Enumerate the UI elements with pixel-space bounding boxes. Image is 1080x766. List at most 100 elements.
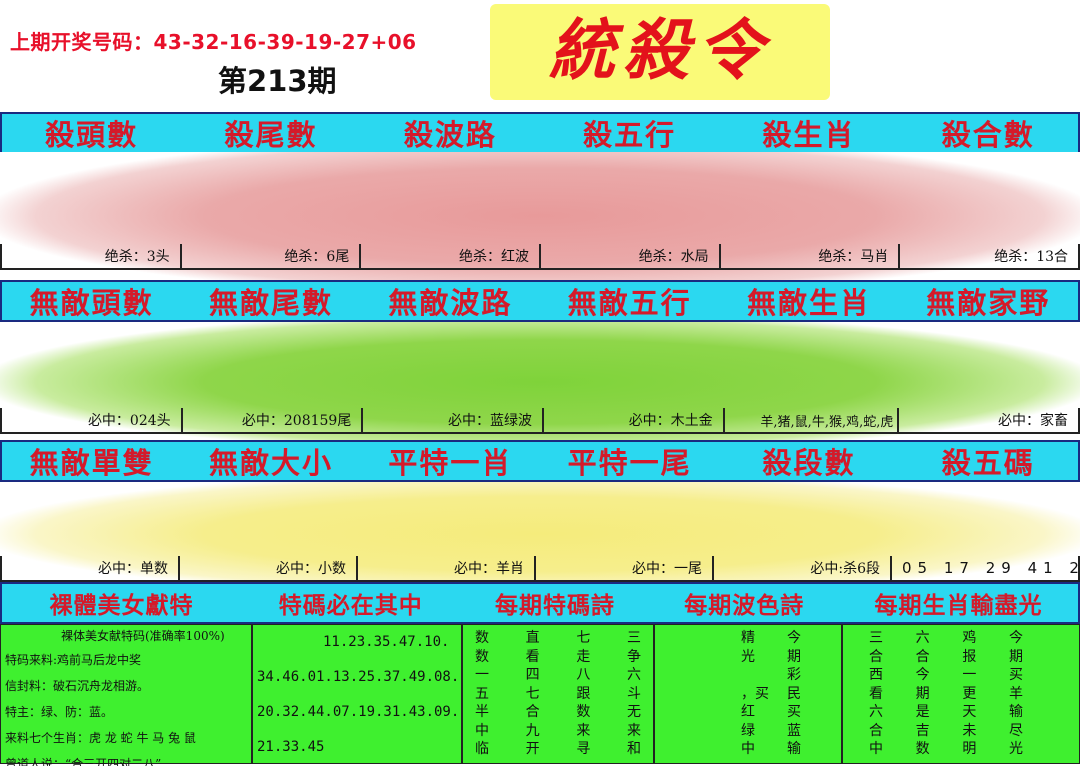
header-cell: 平特一尾 xyxy=(567,446,692,480)
poem-grid: 精光 ，买红绿中 今期彩民买蓝输 xyxy=(655,625,841,763)
color-poem-panel: 精光 ，买红绿中 今期彩民买蓝输 xyxy=(654,624,842,764)
poem-char: 走 xyxy=(576,648,591,665)
header-cell: 無敵頭數 xyxy=(29,286,154,320)
poem-char: 中 xyxy=(475,722,489,739)
header-cell: 殺生肖 xyxy=(762,118,856,152)
poem-char: 三 xyxy=(869,630,883,646)
value-cell: 必中：单数 xyxy=(0,556,180,582)
header-row-special: 無敵單雙 無敵大小 平特一肖 平特一尾 殺段數 殺五碼 xyxy=(0,440,1080,482)
poem-char: 合 xyxy=(525,704,540,720)
header-cell: 殺五行 xyxy=(583,118,677,152)
header-cell: 殺合數 xyxy=(941,118,1035,152)
poem-char: 斗 xyxy=(626,685,641,702)
poem-char: 一 xyxy=(962,667,977,683)
poem-char: 数 xyxy=(475,648,489,665)
value-cell: 必中：小数 xyxy=(180,556,358,582)
poem-char: 八 xyxy=(576,667,591,683)
poem-char: 羊 xyxy=(1008,685,1023,702)
header-cell: 無敵大小 xyxy=(208,446,333,480)
zodiac-poem-panel: 三合西看六合中六合今期是吉数鸡报一更天未明今期买羊输尽光 xyxy=(842,624,1080,764)
poem-column: 精光 ，买红绿中 xyxy=(741,629,769,759)
value-cell: 绝杀：3头 xyxy=(0,244,182,270)
header-cell: 每期特碼詩 xyxy=(494,593,615,619)
value-row-special: 必中：单数 必中：小数 必中：羊肖 必中：一尾 必中:杀6段 05 17 29 … xyxy=(0,556,1080,582)
value-cell: 必中：024头 xyxy=(0,408,183,434)
panel-title: 裸体美女献特码(准确率100%) xyxy=(61,629,225,643)
poem-char: 半 xyxy=(475,704,489,720)
panel-line: 特码来料:鸡前马后龙中奖 xyxy=(5,653,142,667)
header-cell: 殺尾數 xyxy=(224,118,318,152)
header-cell: 每期波色詩 xyxy=(684,593,805,619)
poem-grid: 三合西看六合中六合今期是吉数鸡报一更天未明今期买羊输尽光 xyxy=(843,625,1079,763)
poem-char: 期 xyxy=(915,685,930,702)
panel-line: 曾道人说：“合三开四对二八” xyxy=(5,757,162,766)
number-line: 21.33.45 xyxy=(257,739,325,755)
poem-char: 绿 xyxy=(741,722,755,739)
value-cell: 必中：羊肖 xyxy=(358,556,536,582)
beauty-special-panel: 裸体美女献特码(准确率100%) 特码来料:鸡前马后龙中奖 信封料：破石沉舟龙相… xyxy=(0,624,252,766)
poem-char: 明 xyxy=(962,741,977,757)
poem-char: 看 xyxy=(869,685,883,702)
poem-char: 西 xyxy=(869,667,883,683)
poem-char: 光 xyxy=(1008,741,1023,757)
poem-char: 合 xyxy=(869,722,883,739)
value-cell: 必中：家畜 xyxy=(899,408,1080,434)
value-cell: 绝杀：6尾 xyxy=(181,244,362,270)
poem-char: 来 xyxy=(576,722,591,739)
poem-char: 是 xyxy=(915,704,930,720)
poem-column: 数数一五半中临 xyxy=(475,629,489,759)
poem-char: 开 xyxy=(525,741,540,757)
poem-char: 蓝 xyxy=(787,722,801,739)
header-cell: 特碼必在其中 xyxy=(278,593,423,619)
value-row-kill: 绝杀：3头 绝杀：6尾 绝杀：红波 绝杀：水局 绝杀：马肖 绝杀：13合 xyxy=(0,244,1080,270)
value-cell: 绝杀：红波 xyxy=(361,244,542,270)
poem-char: 吉 xyxy=(915,722,930,739)
poem-column: 鸡报一更天未明 xyxy=(962,629,976,759)
poem-char: 三 xyxy=(626,630,641,646)
header-cell: 殺波路 xyxy=(403,118,497,152)
poem-char: ，买 xyxy=(741,685,769,702)
poem-char: 六 xyxy=(915,630,930,646)
poem-char: 更 xyxy=(962,685,977,702)
poem-char: 期 xyxy=(1008,648,1023,665)
issue-number: 第213期 xyxy=(218,64,337,98)
number-line: 34.46.01.13.25.37.49.08. xyxy=(257,669,460,685)
poem-char: 临 xyxy=(475,741,489,757)
poem-char: 跟 xyxy=(576,685,591,702)
poem-char: 九 xyxy=(525,722,540,739)
page-title: 統殺令 xyxy=(549,11,771,89)
poem-column: 今期买羊输尽光 xyxy=(1009,629,1023,759)
header-row-poems: 裸體美女獻特 特碼必在其中 每期特碼詩 每期波色詩 每期生肖輸盡光 xyxy=(0,582,1080,624)
poem-char: 天 xyxy=(962,704,977,720)
poem-grid: 数数一五半中临直看四七合九开七走八跟数来寻三争六斗无来和 xyxy=(463,625,653,763)
poem-column: 直看四七合九开 xyxy=(526,629,540,759)
special-poem-panel: 数数一五半中临直看四七合九开七走八跟数来寻三争六斗无来和 xyxy=(462,624,654,764)
poem-char: 买 xyxy=(1008,667,1023,683)
poem-char: 彩 xyxy=(787,667,801,683)
poem-char: 输 xyxy=(787,741,801,757)
poem-char: 七 xyxy=(576,630,591,646)
poem-char: 今 xyxy=(1008,630,1023,646)
poem-column: 三合西看六合中 xyxy=(869,629,883,759)
poem-char: 七 xyxy=(525,685,540,702)
poem-char: 报 xyxy=(962,648,977,665)
poem-char: 民 xyxy=(787,685,801,702)
poem-char: 期 xyxy=(787,648,801,665)
header-cell: 無敵尾數 xyxy=(208,286,333,320)
panel-line: 来料七个生肖：虎 龙 蛇 牛 马 兔 鼠 xyxy=(5,731,196,745)
poem-column: 今期彩民买蓝输 xyxy=(787,629,801,759)
header-cell: 無敵家野 xyxy=(926,286,1051,320)
poem-char: 一 xyxy=(475,667,489,683)
poem-char: 未 xyxy=(962,722,977,739)
poem-char: 合 xyxy=(915,648,930,665)
header-cell: 殺五碼 xyxy=(941,446,1035,480)
poem-char: 六 xyxy=(626,667,641,683)
poem-char: 数 xyxy=(475,630,489,646)
number-line: 20.32.44.07.19.31.43.09. xyxy=(257,704,460,720)
value-cell: 必中：木土金 xyxy=(544,408,725,434)
poem-char: 光 xyxy=(741,648,755,665)
poem-char: 中 xyxy=(741,741,755,757)
poem-char xyxy=(741,666,769,685)
special-numbers-panel: 11.23.35.47.10. 34.46.01.13.25.37.49.08.… xyxy=(252,624,462,764)
last-draw-numbers: 上期开奖号码：43-32-16-39-19-27+06 xyxy=(10,30,417,54)
